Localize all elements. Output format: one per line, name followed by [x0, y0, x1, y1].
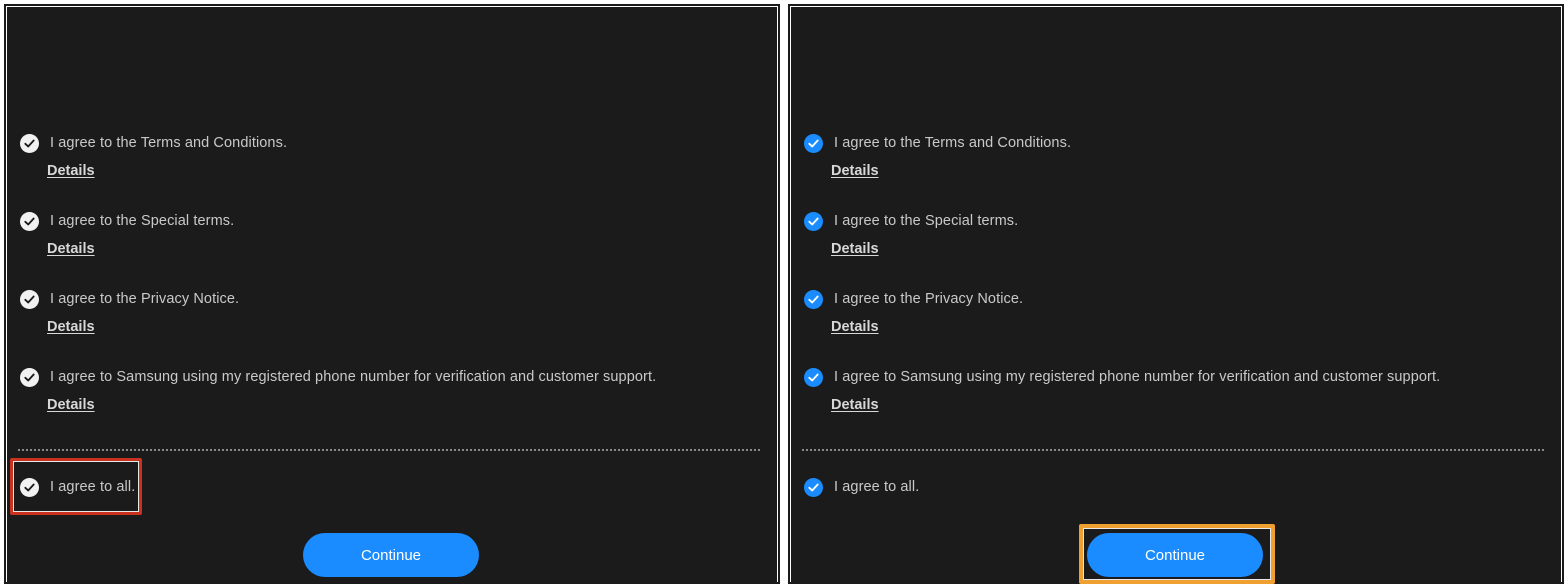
checkmark-circle-icon[interactable] — [804, 289, 823, 309]
checkmark-circle-icon[interactable] — [20, 211, 39, 231]
checkmark-circle-icon[interactable] — [804, 133, 823, 153]
details-link[interactable]: Details — [47, 397, 758, 413]
agreement-label: I agree to the Terms and Conditions. — [50, 135, 288, 151]
details-link[interactable]: Details — [47, 163, 758, 179]
details-link[interactable]: Details — [47, 241, 758, 257]
agreement-label: I agree to the Terms and Conditions. — [834, 135, 1072, 151]
agreement-label: I agree to the Special terms. — [50, 213, 235, 229]
checkmark-circle-icon[interactable] — [20, 367, 39, 387]
agreement-terms[interactable]: I agree to the Terms and Conditions. Det… — [18, 131, 758, 179]
checkmark-circle-icon[interactable] — [20, 289, 39, 309]
checkmark-circle-icon[interactable] — [804, 211, 823, 231]
details-link[interactable]: Details — [831, 319, 1542, 335]
details-link[interactable]: Details — [831, 163, 1542, 179]
details-link[interactable]: Details — [47, 319, 758, 335]
checkmark-circle-icon[interactable] — [20, 133, 39, 153]
agreement-label: I agree to the Privacy Notice. — [50, 291, 240, 307]
agreement-label: I agree to the Privacy Notice. — [834, 291, 1024, 307]
agreement-phone-number[interactable]: I agree to Samsung using my registered p… — [18, 365, 758, 413]
checkmark-circle-icon[interactable] — [804, 477, 823, 497]
agreement-terms[interactable]: I agree to the Terms and Conditions. Det… — [802, 131, 1542, 179]
right-panel: I agree to the Terms and Conditions. Det… — [791, 7, 1561, 584]
agree-all[interactable]: I agree to all. — [802, 475, 1542, 499]
agreement-privacy[interactable]: I agree to the Privacy Notice. Details — [802, 287, 1542, 335]
agree-all-label: I agree to all. — [834, 479, 920, 495]
continue-button[interactable]: Continue — [1087, 533, 1263, 577]
left-panel: I agree to the Terms and Conditions. Det… — [7, 7, 777, 584]
details-link[interactable]: Details — [831, 397, 1542, 413]
checkmark-circle-icon[interactable] — [804, 367, 823, 387]
continue-button[interactable]: Continue — [303, 533, 479, 577]
divider — [18, 449, 760, 451]
agreement-label: I agree to the Special terms. — [834, 213, 1019, 229]
agreement-label: I agree to Samsung using my registered p… — [834, 369, 1441, 385]
agreement-special-terms[interactable]: I agree to the Special terms. Details — [18, 209, 758, 257]
agreement-special-terms[interactable]: I agree to the Special terms. Details — [802, 209, 1542, 257]
divider — [802, 449, 1544, 451]
agreement-phone-number[interactable]: I agree to Samsung using my registered p… — [802, 365, 1542, 413]
highlight-box-agree-all — [10, 458, 142, 515]
details-link[interactable]: Details — [831, 241, 1542, 257]
agreement-label: I agree to Samsung using my registered p… — [50, 369, 657, 385]
agreement-privacy[interactable]: I agree to the Privacy Notice. Details — [18, 287, 758, 335]
